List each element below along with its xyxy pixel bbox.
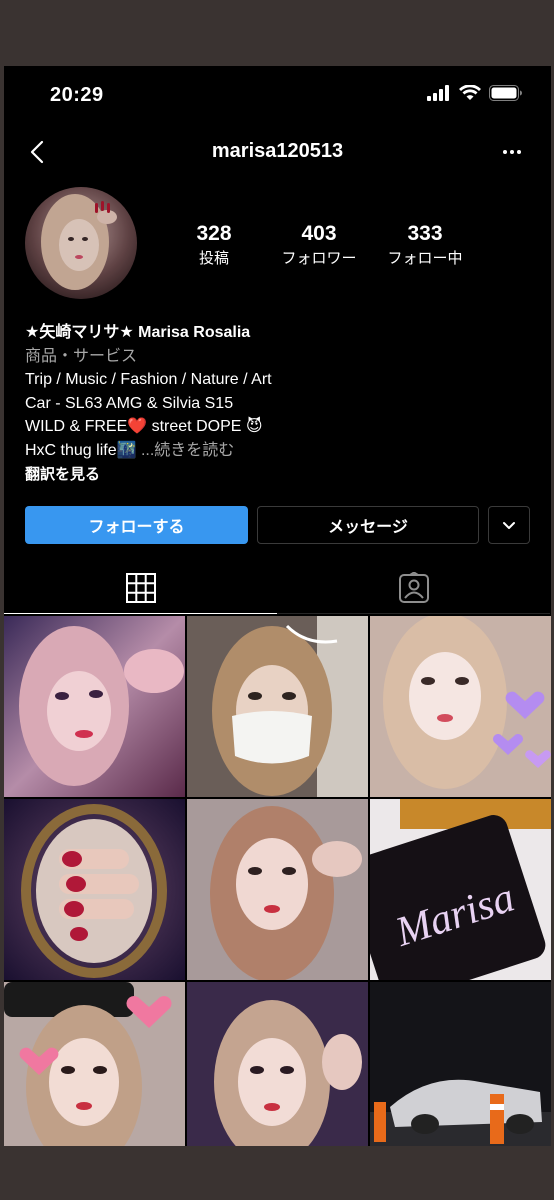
tab-tagged[interactable] [277,562,550,614]
posts-count: 328 投稿 [164,222,264,270]
post-image [4,616,185,797]
status-bar: 20:29 [4,66,551,124]
status-icons [427,85,523,101]
post-image [187,616,368,797]
followers-count-value: 403 [301,222,337,245]
profile-avatar[interactable] [25,187,137,299]
grid-icon [125,572,156,603]
post-thumbnail[interactable] [187,799,368,980]
post-thumbnail[interactable] [370,982,551,1146]
avatar-photo [25,187,137,299]
post-image [4,799,185,980]
following-count-value: 333 [407,222,443,245]
profile-bio: ★矢崎マリサ★ Marisa Rosalia 商品・サービス Trip / Mu… [25,321,535,486]
posts-count-value: 328 [196,222,232,245]
following-count[interactable]: 333 フォロー中 [375,222,475,270]
tagged-person-icon [398,571,429,603]
signal-icon [427,85,449,101]
followers-count[interactable]: 403 フォロワー [269,222,369,270]
phone-screen: 20:29 marisa120513 328 投稿 403 フォロワー 333 … [4,66,551,1146]
post-image [4,982,185,1146]
status-time: 20:29 [50,84,104,106]
post-thumbnail[interactable] [4,799,185,980]
profile-display-name: ★矢崎マリサ★ Marisa Rosalia [25,324,251,341]
profile-action-buttons: フォローする メッセージ [25,506,530,544]
chevron-down-icon [503,521,515,529]
see-translation-link[interactable]: 翻訳を見る [25,463,535,487]
message-button[interactable]: メッセージ [257,506,479,544]
more-dots-icon [503,150,507,154]
post-image [187,799,368,980]
bio-line-3: WILD & FREE❤️ street DOPE 😈 [25,418,263,436]
read-more-link[interactable]: ...続きを読む [141,442,234,459]
post-thumbnail[interactable] [4,982,185,1146]
post-thumbnail[interactable] [4,616,185,797]
post-thumbnail[interactable] [187,616,368,797]
profile-username: marisa120513 [211,140,344,162]
more-options-button[interactable] [497,140,527,164]
profile-tabs [4,562,551,614]
post-image [187,982,368,1146]
post-image [370,982,551,1146]
wifi-icon [459,85,481,100]
profile-category: 商品・サービス [25,347,138,365]
bio-line-4: HxC thug life🌃 [25,441,137,459]
battery-icon [489,85,522,101]
suggested-accounts-button[interactable] [488,506,530,544]
bio-line-2: Car - SL63 AMG & Silvia S15 [25,394,234,412]
follow-button[interactable]: フォローする [25,506,248,544]
posts-count-label: 投稿 [198,250,229,267]
post-image [370,616,551,797]
post-thumbnail[interactable] [187,982,368,1146]
tab-posts-grid[interactable] [4,562,277,614]
post-thumbnail[interactable] [370,616,551,797]
profile-header: marisa120513 [4,132,551,176]
post-thumbnail[interactable]: Marisa [370,799,551,980]
following-count-label: フォロー中 [387,250,463,267]
post-image: Marisa [370,799,551,980]
bio-line-4-row: HxC thug life🌃 ...続きを読む [25,439,535,463]
followers-count-label: フォロワー [281,250,357,267]
bio-line-1: Trip / Music / Fashion / Nature / Art [25,371,272,389]
